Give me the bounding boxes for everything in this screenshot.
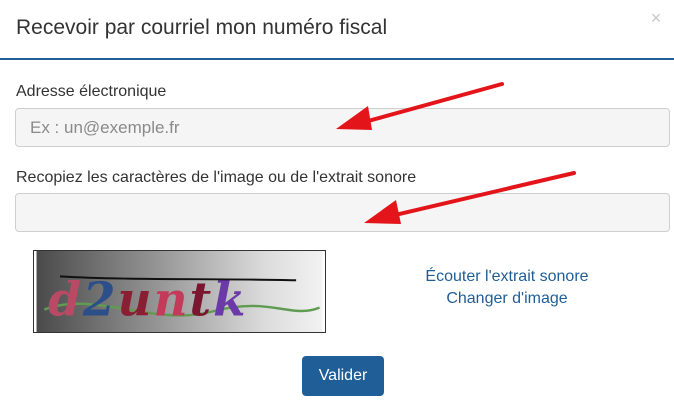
listen-audio-link[interactable]: Écouter l'extrait sonore: [420, 266, 594, 288]
captcha-char-3: u: [117, 272, 151, 327]
captcha-char-6: k: [213, 272, 245, 327]
captcha-char-1: d: [48, 272, 81, 327]
close-icon[interactable]: ×: [646, 8, 666, 28]
captcha-char-5: t: [189, 272, 211, 327]
captcha-links: Écouter l'extrait sonore Changer d'image: [420, 266, 594, 310]
email-input[interactable]: [15, 108, 670, 147]
dialog-header: Recevoir par courriel mon numéro fiscal …: [0, 0, 674, 60]
captcha-input[interactable]: [15, 193, 670, 232]
change-image-link[interactable]: Changer d'image: [420, 288, 594, 310]
captcha-char-4: n: [153, 272, 187, 327]
submit-button[interactable]: Valider: [302, 356, 384, 396]
captcha-image: d2untk: [33, 250, 326, 333]
dialog-title: Recevoir par courriel mon numéro fiscal: [16, 16, 388, 39]
email-label: Adresse électronique: [16, 83, 167, 100]
svg-text:d2untk: d2untk: [48, 272, 245, 327]
captcha-label: Recopiez les caractères de l'image ou de…: [16, 169, 417, 186]
captcha-char-2: 2: [82, 272, 116, 327]
email-fiscal-number-dialog: Recevoir par courriel mon numéro fiscal …: [0, 0, 674, 403]
